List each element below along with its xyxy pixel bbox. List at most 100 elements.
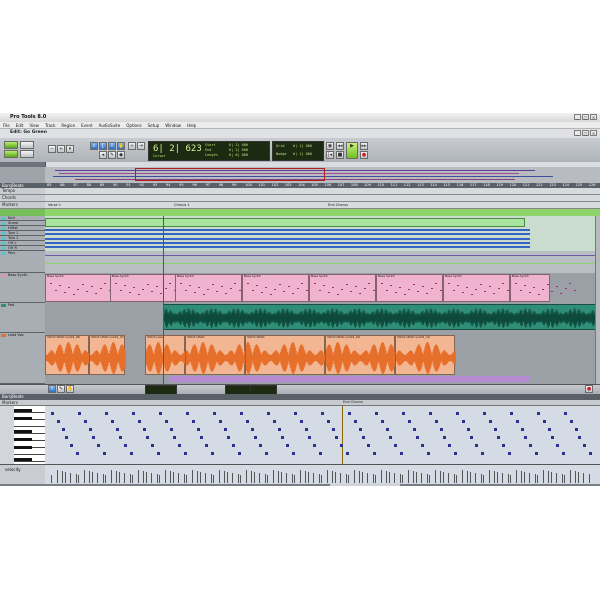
length-value[interactable]: 0| 0| 000 (229, 153, 248, 157)
midi-note[interactable] (372, 452, 376, 455)
velocity-stalk[interactable] (345, 474, 347, 483)
velocity-stalk[interactable] (240, 475, 241, 483)
velocity-stalk[interactable] (51, 475, 52, 483)
edit-minimize-icon[interactable]: _ (574, 130, 581, 136)
midi-note[interactable] (183, 452, 187, 455)
midi-note[interactable] (205, 444, 208, 447)
velocity-stalk[interactable] (213, 475, 214, 483)
tab-to-transient-icon[interactable]: ⇥ (137, 142, 145, 150)
midi-note[interactable] (502, 444, 505, 447)
midi-note[interactable] (210, 452, 214, 455)
velocity-stalk[interactable] (334, 472, 336, 483)
velocity-stalk[interactable] (172, 472, 174, 483)
midi-note[interactable] (102, 452, 106, 455)
midi-note[interactable] (340, 444, 343, 447)
zoom-preset-icon[interactable]: ▾ (66, 145, 74, 153)
midi-note[interactable] (529, 444, 532, 447)
velocity-editor[interactable] (45, 465, 600, 485)
velocity-stalk[interactable] (232, 473, 233, 483)
midi-note[interactable] (467, 428, 470, 431)
slip-mode-button[interactable] (20, 141, 34, 149)
velocity-stalk[interactable] (494, 471, 495, 483)
velocity-stalk[interactable] (286, 473, 287, 483)
midi-note[interactable] (137, 420, 141, 423)
vox-clip[interactable]: VOCX LEAD (245, 335, 326, 375)
return-to-zero-icon[interactable]: |◂ (326, 151, 334, 159)
vertical-scrollbar[interactable] (595, 216, 600, 384)
velocity-stalk[interactable] (332, 471, 333, 483)
velocity-stalk[interactable] (453, 474, 455, 483)
velocity-stalk[interactable] (569, 470, 571, 483)
velocity-stalk[interactable] (145, 472, 147, 483)
midi-note[interactable] (488, 420, 492, 423)
velocity-stalk[interactable] (583, 473, 584, 483)
vox-clip[interactable]: VOCX Lead (145, 335, 186, 375)
velocity-stalk[interactable] (291, 474, 293, 483)
midi-note[interactable] (64, 436, 68, 439)
record-icon[interactable]: ● (360, 151, 368, 159)
velocity-stalk[interactable] (137, 470, 139, 483)
velocity-stalk[interactable] (440, 471, 441, 483)
midi-note[interactable] (218, 420, 222, 423)
bass-clip[interactable]: Bass Synth (110, 274, 177, 302)
marker-end-chorus[interactable]: End Chorus (328, 202, 348, 208)
velocity-stalk[interactable] (159, 475, 160, 483)
midi-note[interactable] (575, 428, 578, 431)
velocity-stalk[interactable] (534, 474, 536, 483)
velocity-stalk[interactable] (205, 473, 206, 483)
velocity-stalk[interactable] (267, 475, 268, 483)
midi-note[interactable] (51, 412, 54, 415)
midi-note[interactable] (91, 436, 95, 439)
menu-region[interactable]: Region (61, 122, 75, 128)
velocity-stalk[interactable] (321, 475, 322, 483)
menu-options[interactable]: Options (126, 122, 141, 128)
velocity-stalk[interactable] (550, 472, 552, 483)
velocity-stalk[interactable] (278, 471, 279, 483)
midi-note[interactable] (191, 420, 195, 423)
velocity-stalk[interactable] (197, 471, 198, 483)
velocity-stalk[interactable] (237, 474, 239, 483)
link-icon[interactable]: ∞ (128, 142, 136, 150)
velocity-stalk[interactable] (132, 475, 133, 483)
midi-note[interactable] (577, 436, 581, 439)
midi-pencil-icon[interactable]: ✎ (57, 385, 65, 393)
edit-restore-icon[interactable]: □ (582, 130, 589, 136)
menu-window[interactable]: Window (165, 122, 181, 128)
midi-note[interactable] (321, 412, 324, 415)
velocity-stalk[interactable] (367, 473, 368, 483)
midi-note[interactable] (542, 420, 546, 423)
zoom-in-icon[interactable]: + (57, 145, 65, 153)
midi-note[interactable] (326, 420, 330, 423)
midi-note[interactable] (105, 412, 108, 415)
midi-note[interactable] (510, 412, 513, 415)
velocity-stalk[interactable] (426, 474, 428, 483)
midi-note[interactable] (97, 444, 100, 447)
vox-clip[interactable]: VOCX LEAD vox01_10 (395, 335, 456, 375)
velocity-stalk[interactable] (110, 470, 112, 483)
midi-note[interactable] (132, 412, 135, 415)
velocity-stalk[interactable] (475, 473, 476, 483)
menu-event[interactable]: Event (81, 122, 92, 128)
midi-note[interactable] (124, 444, 127, 447)
midi-note[interactable] (224, 428, 227, 431)
velocity-stalk[interactable] (97, 473, 98, 483)
velocity-stalk[interactable] (575, 471, 576, 483)
velocity-stalk[interactable] (78, 475, 79, 483)
velocity-stalk[interactable] (191, 470, 193, 483)
midi-note[interactable] (353, 420, 357, 423)
midi-note[interactable] (78, 412, 81, 415)
velocity-stalk[interactable] (577, 472, 579, 483)
bass-clip[interactable]: Bass Synth (510, 274, 576, 302)
velocity-stalk[interactable] (116, 471, 117, 483)
velocity-stalk[interactable] (102, 474, 104, 483)
minimize-icon[interactable]: _ (574, 114, 581, 120)
midi-note[interactable] (429, 412, 432, 415)
velocity-stalk[interactable] (429, 475, 430, 483)
smart-tool-icon[interactable]: ◆ (117, 151, 125, 159)
fast-forward-icon[interactable]: ▸▸ (360, 142, 368, 150)
midi-note[interactable] (367, 444, 370, 447)
midi-note[interactable] (440, 428, 443, 431)
velocity-stalk[interactable] (542, 470, 544, 483)
velocity-stalk[interactable] (143, 471, 144, 483)
midi-note[interactable] (267, 412, 270, 415)
